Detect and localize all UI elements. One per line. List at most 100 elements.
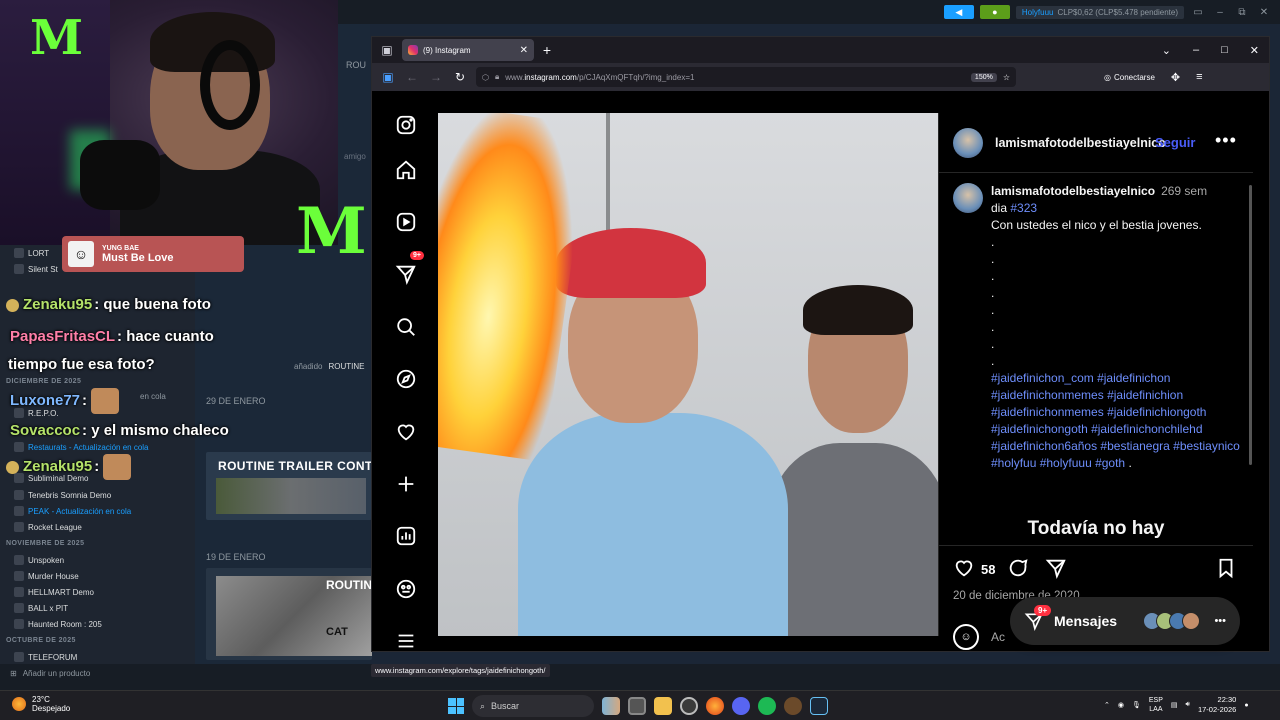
back-icon[interactable]: ←: [404, 70, 420, 84]
extensions-icon[interactable]: ✥: [1171, 71, 1180, 84]
home-icon[interactable]: [394, 158, 418, 182]
game-app-icon[interactable]: [784, 697, 802, 715]
comment-icon[interactable]: [1007, 557, 1031, 581]
task-view-icon[interactable]: [628, 697, 646, 715]
zoom-level[interactable]: 150%: [970, 72, 997, 82]
share-icon[interactable]: [1045, 557, 1069, 581]
game-icon: [14, 603, 24, 613]
library-game-item[interactable]: Tenebris Somnia Demo: [14, 490, 111, 500]
firefox-icon[interactable]: [706, 697, 724, 715]
routine-card[interactable]: ROUTIN CAT: [206, 568, 372, 660]
library-game-item[interactable]: BALL x PIT: [14, 603, 68, 613]
window-close-icon[interactable]: ✕: [1250, 44, 1259, 57]
library-game-item[interactable]: Silent St: [14, 264, 58, 274]
caption-hashtags[interactable]: #jaidefinichon_com #jaidefinichon #jaide…: [991, 371, 1240, 470]
window-maximize-icon[interactable]: □: [1221, 44, 1228, 57]
network-icon[interactable]: ▤: [1171, 701, 1178, 709]
volume-icon[interactable]: 🔊︎: [1186, 701, 1190, 709]
create-icon[interactable]: [394, 472, 418, 496]
heart-icon[interactable]: [394, 420, 418, 444]
steam-activity-game[interactable]: ROUTINE: [328, 362, 364, 371]
messages-label: Mensajes: [1054, 613, 1118, 629]
reels-icon[interactable]: [394, 210, 418, 234]
library-game-item[interactable]: TELEFORUM: [14, 652, 77, 662]
microphone-icon[interactable]: 🎙︎: [1132, 701, 1141, 709]
chatgpt-icon[interactable]: [680, 697, 698, 715]
library-game-item[interactable]: Haunted Room : 205: [14, 619, 102, 629]
lock-icon[interactable]: 🔒︎: [495, 72, 499, 82]
more-options-icon[interactable]: •••: [1215, 130, 1237, 151]
library-game-item[interactable]: Restaurats - Actualización en cola: [14, 442, 149, 452]
library-game-item[interactable]: PEAK - Actualización en cola: [14, 506, 131, 516]
direct-messages-icon[interactable]: [394, 262, 418, 286]
library-game-item[interactable]: Rocket League: [14, 522, 82, 532]
add-product-button[interactable]: ⊞ Añadir un producto: [10, 669, 90, 678]
notification-bell-icon[interactable]: ●: [1244, 702, 1248, 709]
comments-scrollbar[interactable]: [1249, 185, 1252, 465]
tray-app-icon[interactable]: ◉: [1118, 701, 1124, 709]
reload-icon[interactable]: ↻: [452, 70, 468, 84]
library-game-item[interactable]: HELLMART Demo: [14, 587, 94, 597]
widgets-icon[interactable]: [602, 697, 620, 715]
messages-pill[interactable]: 9+ Mensajes •••: [1010, 597, 1240, 645]
tab-instagram[interactable]: (9) Instagram ✕: [402, 39, 534, 61]
weather-widget[interactable]: 23°C Despejado: [12, 695, 70, 713]
taskbar-search[interactable]: ⌕ Buscar: [472, 695, 594, 717]
author-username[interactable]: lamismafotodelbestiayelnico: [995, 136, 1166, 150]
caption-time[interactable]: 269 sem: [1161, 184, 1207, 198]
tray-chevron-icon[interactable]: ⌃: [1104, 701, 1110, 709]
tab-list-icon[interactable]: ▣: [372, 43, 402, 57]
chevron-down-icon[interactable]: ⌄: [1162, 44, 1171, 57]
tab-close-icon[interactable]: ✕: [520, 45, 528, 56]
messages-more-icon[interactable]: •••: [1214, 615, 1226, 627]
connect-button[interactable]: ◎ Conectarse: [1104, 73, 1155, 82]
window-minimize-icon[interactable]: –: [1193, 44, 1199, 57]
bookmark-star-icon[interactable]: ☆: [1003, 73, 1010, 82]
sidebar-icon[interactable]: ▣: [380, 70, 396, 84]
post-caption: lamismafotodelbestiayelnico 269 sem dia #…: [991, 183, 1241, 472]
chat-username: Zenaku95: [23, 457, 93, 475]
profile-avatar-icon[interactable]: [394, 577, 418, 601]
library-game-item[interactable]: LORT: [14, 248, 49, 258]
save-bookmark-icon[interactable]: [1215, 557, 1239, 581]
url-bar[interactable]: ⬡ 🔒︎ www.instagram.com/p/CJAqXmQFTqh/?im…: [476, 67, 1016, 87]
library-game-item[interactable]: Unspoken: [14, 555, 64, 565]
dashboard-icon[interactable]: [394, 524, 418, 548]
close-icon[interactable]: ✕: [1256, 7, 1272, 18]
steam-user-menu[interactable]: Holyfuuu CLP$0,62 (CLP$5.478 pendiente): [1015, 5, 1184, 19]
menu-icon[interactable]: ≡: [1196, 71, 1202, 83]
explore-icon[interactable]: [394, 367, 418, 391]
author-avatar[interactable]: [953, 128, 983, 158]
follow-button[interactable]: Seguir: [1155, 135, 1195, 150]
forward-icon[interactable]: →: [428, 70, 444, 84]
steam-activity-cola: en cola: [140, 392, 166, 401]
like-heart-icon[interactable]: [953, 557, 977, 581]
language-indicator[interactable]: ESP LAA: [1149, 696, 1163, 714]
post-photo[interactable]: ›: [438, 113, 938, 636]
instagram-logo-icon[interactable]: [394, 113, 418, 137]
add-comment-row[interactable]: ☺ Ac: [953, 624, 1005, 650]
library-game-item[interactable]: Murder House: [14, 571, 79, 581]
bell-icon[interactable]: ●: [979, 5, 1010, 19]
megaphone-icon[interactable]: ◀: [943, 5, 974, 19]
trailer-card[interactable]: ROUTINE TRAILER CONTES: [206, 452, 372, 520]
like-count[interactable]: 58: [981, 562, 995, 577]
restore-icon[interactable]: ⧉: [1234, 7, 1250, 18]
emoji-icon[interactable]: ☺: [953, 624, 979, 650]
search-icon[interactable]: [394, 315, 418, 339]
windows-start-icon[interactable]: [448, 698, 464, 714]
more-menu-icon[interactable]: [394, 629, 418, 653]
caption-author-avatar[interactable]: [953, 183, 983, 213]
caption-username[interactable]: lamismafotodelbestiayelnico: [991, 184, 1155, 198]
new-tab-button[interactable]: +: [534, 42, 560, 58]
spotify-icon[interactable]: [758, 697, 776, 715]
discord-icon[interactable]: [732, 697, 750, 715]
library-section-header: DICIEMBRE DE 2025: [6, 378, 81, 385]
shield-icon[interactable]: ⬡: [482, 73, 489, 82]
steam-icon[interactable]: [810, 697, 828, 715]
file-explorer-icon[interactable]: [654, 697, 672, 715]
minimize-icon[interactable]: –: [1212, 7, 1228, 18]
caption-tag[interactable]: #323: [1010, 201, 1037, 215]
monitor-icon[interactable]: ▭: [1190, 7, 1206, 18]
taskbar-clock[interactable]: 22:30 17-02-2026: [1198, 695, 1236, 715]
